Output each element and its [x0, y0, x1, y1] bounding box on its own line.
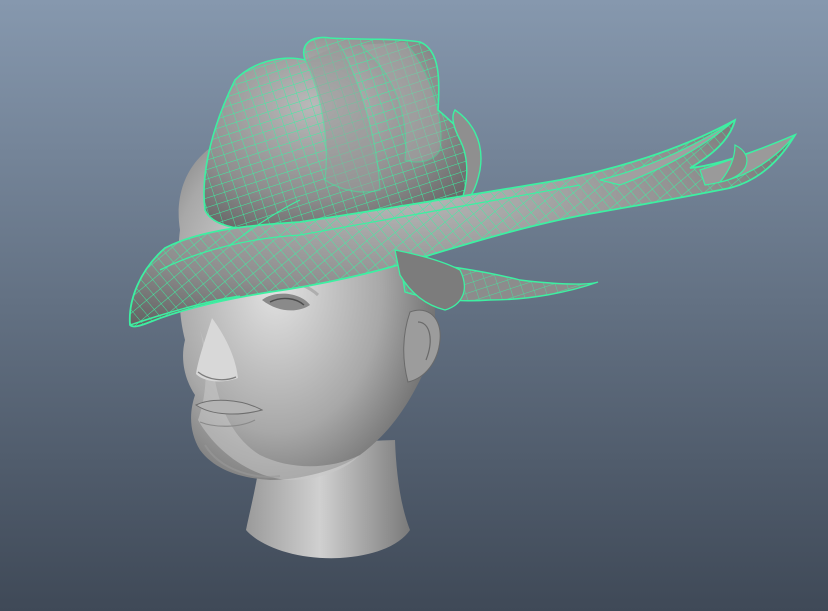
3d-viewport[interactable] — [0, 0, 828, 611]
viewport-canvas[interactable] — [0, 0, 828, 611]
